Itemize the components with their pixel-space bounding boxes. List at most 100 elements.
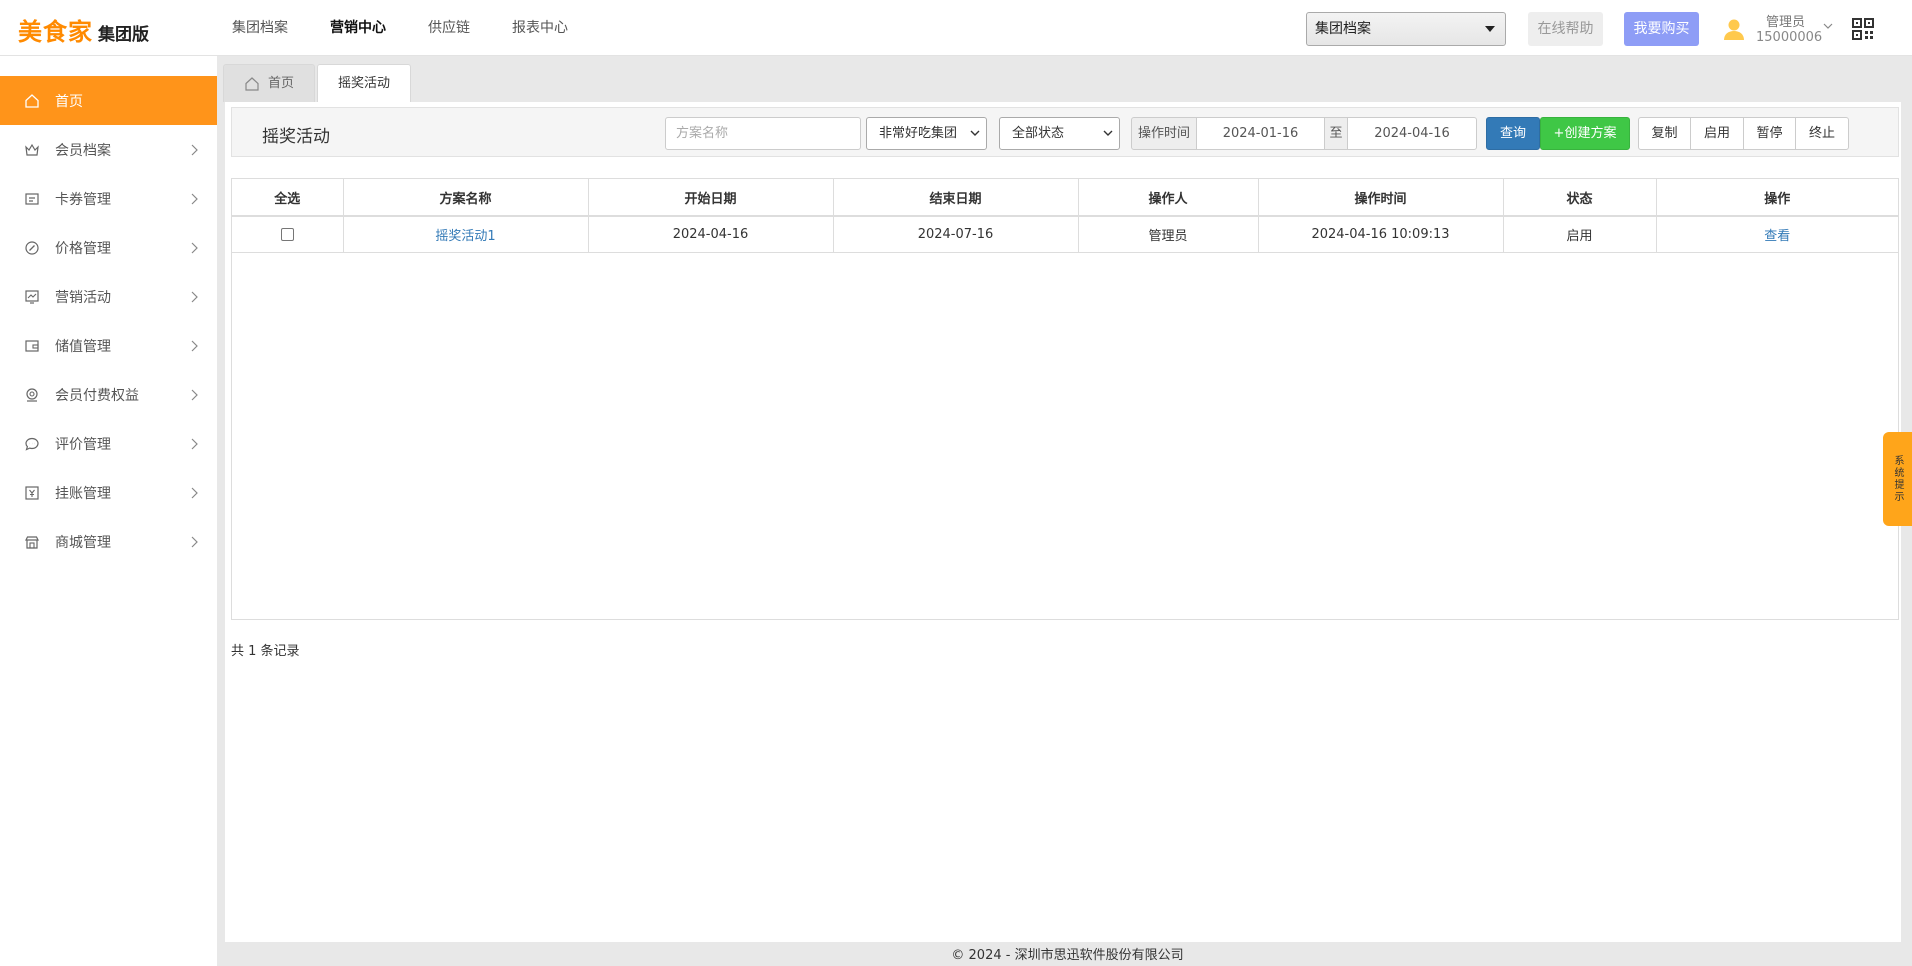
chevron-right-icon	[191, 389, 198, 400]
shop-icon	[25, 535, 39, 549]
user-avatar-icon[interactable]	[1722, 17, 1746, 41]
sidebar-item-label: 价格管理	[55, 240, 111, 257]
caret-down-icon	[1485, 26, 1495, 32]
column-header: 操作人	[1078, 179, 1259, 217]
status-select-value: 全部状态	[1012, 126, 1065, 141]
chevron-right-icon	[191, 144, 198, 155]
operator-cell: 管理员	[1078, 216, 1259, 253]
view-link[interactable]: 查看	[1764, 229, 1790, 244]
column-header: 方案名称	[343, 179, 589, 217]
group-select[interactable]: 集团档案	[1306, 12, 1506, 46]
table-row: 摇奖活动1 2024-04-16 2024-07-16 管理员 2024-04-…	[232, 216, 1898, 253]
nav-marketing-center[interactable]: 营销中心	[330, 19, 386, 39]
nav-report-center[interactable]: 报表中心	[512, 19, 568, 37]
sidebar-item-label: 评价管理	[55, 436, 111, 453]
sidebar-item-label: 会员付费权益	[55, 387, 139, 404]
sidebar-item-marketing[interactable]: 营销活动	[0, 272, 217, 321]
edition-label: 集团版	[98, 25, 149, 45]
logo[interactable]: 美食家 集团版	[18, 12, 149, 47]
sidebar-item-label: 首页	[55, 93, 83, 110]
end-date-cell: 2024-07-16	[833, 216, 1079, 253]
sidebar-item-label: 营销活动	[55, 289, 111, 306]
sidebar-item-price[interactable]: 价格管理	[0, 223, 217, 272]
page-tabs: 首页 摇奖活动	[223, 64, 413, 102]
row-checkbox[interactable]	[280, 227, 294, 241]
status-select[interactable]: 全部状态	[999, 117, 1120, 150]
user-role[interactable]: 管理员	[1766, 11, 1805, 30]
crown-icon	[25, 143, 39, 156]
tab-label: 摇奖活动	[338, 75, 391, 91]
plan-name-cell: 摇奖活动1	[343, 216, 589, 253]
nav-group-archive[interactable]: 集团档案	[232, 19, 288, 37]
group-select-value: 集团档案	[1315, 21, 1371, 37]
sidebar-item-credit-account[interactable]: 挂账管理	[0, 468, 217, 517]
card-icon	[25, 192, 39, 205]
record-count: 共 1 条记录	[231, 644, 300, 659]
org-select[interactable]: 非常好吃集团	[866, 117, 987, 150]
column-header: 操作时间	[1258, 179, 1504, 217]
sidebar-item-coupon[interactable]: 卡券管理	[0, 174, 217, 223]
sidebar-item-label: 商城管理	[55, 534, 111, 551]
chart-icon	[25, 289, 39, 304]
qrcode-icon[interactable]	[1852, 18, 1874, 40]
top-bar: 美食家 集团版 集团档案 营销中心 供应链 报表中心 集团档案 在线帮助 我要购…	[0, 0, 1912, 56]
sidebar-item-paid-benefits[interactable]: 会员付费权益	[0, 370, 217, 419]
price-icon	[25, 240, 39, 255]
operation-time-cell: 2024-04-16 10:09:13	[1258, 216, 1504, 253]
copy-button[interactable]: 复制	[1638, 117, 1691, 150]
chevron-right-icon	[191, 242, 198, 253]
sidebar-item-label: 储值管理	[55, 338, 111, 355]
comment-icon	[25, 437, 39, 451]
create-plan-button[interactable]: +创建方案	[1540, 117, 1630, 150]
system-tip-tab[interactable]: 系统提示	[1883, 432, 1912, 526]
start-date-cell: 2024-04-16	[588, 216, 834, 253]
plans-table: 全选 方案名称 开始日期 结束日期 操作人 操作时间 状态 操作 摇奖活动1 2…	[231, 178, 1899, 620]
nav-supply-chain[interactable]: 供应链	[428, 19, 470, 37]
brand-name: 美食家	[18, 18, 93, 46]
tab-home[interactable]: 首页	[223, 64, 316, 102]
home-icon	[25, 93, 39, 108]
date-separator: 至	[1324, 117, 1348, 150]
date-from-input[interactable]: 2024-01-16	[1196, 117, 1325, 150]
org-select-value: 非常好吃集团	[879, 126, 958, 141]
online-help-button[interactable]: 在线帮助	[1528, 12, 1603, 46]
stop-button[interactable]: 终止	[1795, 117, 1849, 150]
chevron-down-icon[interactable]	[1822, 20, 1834, 32]
footer-copyright: © 2024 - 深圳市思迅软件股份有限公司	[951, 948, 1184, 963]
chevron-right-icon	[191, 536, 198, 547]
pause-button[interactable]: 暂停	[1743, 117, 1796, 150]
chevron-right-icon	[191, 291, 198, 302]
query-button[interactable]: 查询	[1486, 117, 1540, 150]
main-area: 首页 摇奖活动 摇奖活动 方案名称 非常好吃集团 全部状态 操作时间 2024-…	[223, 56, 1912, 966]
enable-button[interactable]: 启用	[1690, 117, 1744, 150]
plan-name-link[interactable]: 摇奖活动1	[435, 229, 495, 244]
date-to-input[interactable]: 2024-04-16	[1347, 117, 1477, 150]
sidebar-item-stored-value[interactable]: 储值管理	[0, 321, 217, 370]
table-header-row: 全选 方案名称 开始日期 结束日期 操作人 操作时间 状态 操作	[232, 179, 1898, 217]
row-select-cell	[232, 216, 344, 253]
column-header: 开始日期	[588, 179, 834, 217]
status-cell: 启用	[1503, 216, 1657, 253]
sidebar-item-home[interactable]: 首页	[0, 76, 217, 125]
sidebar-item-reviews[interactable]: 评价管理	[0, 419, 217, 468]
tab-lottery-activity[interactable]: 摇奖活动	[317, 64, 412, 102]
sidebar: 首页 会员档案 卡券管理 价格管理 营销活动 储值管理 会员付费权益 评价管理 …	[0, 56, 217, 966]
sidebar-item-member-archive[interactable]: 会员档案	[0, 125, 217, 174]
wallet-icon	[25, 339, 39, 352]
column-header: 结束日期	[833, 179, 1079, 217]
sidebar-item-label: 会员档案	[55, 142, 111, 159]
sidebar-item-mall[interactable]: 商城管理	[0, 517, 217, 566]
buy-button[interactable]: 我要购买	[1624, 12, 1699, 46]
page-title: 摇奖活动	[262, 127, 330, 147]
content-panel: 摇奖活动 方案名称 非常好吃集团 全部状态 操作时间 2024-01-16 至 …	[225, 102, 1901, 942]
filter-toolbar: 摇奖活动 方案名称 非常好吃集团 全部状态 操作时间 2024-01-16 至 …	[231, 107, 1899, 157]
operation-time-label: 操作时间	[1131, 117, 1197, 150]
sidebar-item-label: 卡券管理	[55, 191, 111, 208]
sidebar-item-label: 挂账管理	[55, 485, 111, 502]
chevron-right-icon	[191, 193, 198, 204]
user-id[interactable]: 15000006	[1756, 30, 1822, 45]
select-all-header[interactable]: 全选	[232, 179, 344, 217]
badge-icon	[26, 387, 38, 402]
plan-name-input[interactable]: 方案名称	[665, 117, 861, 150]
chevron-right-icon	[191, 340, 198, 351]
